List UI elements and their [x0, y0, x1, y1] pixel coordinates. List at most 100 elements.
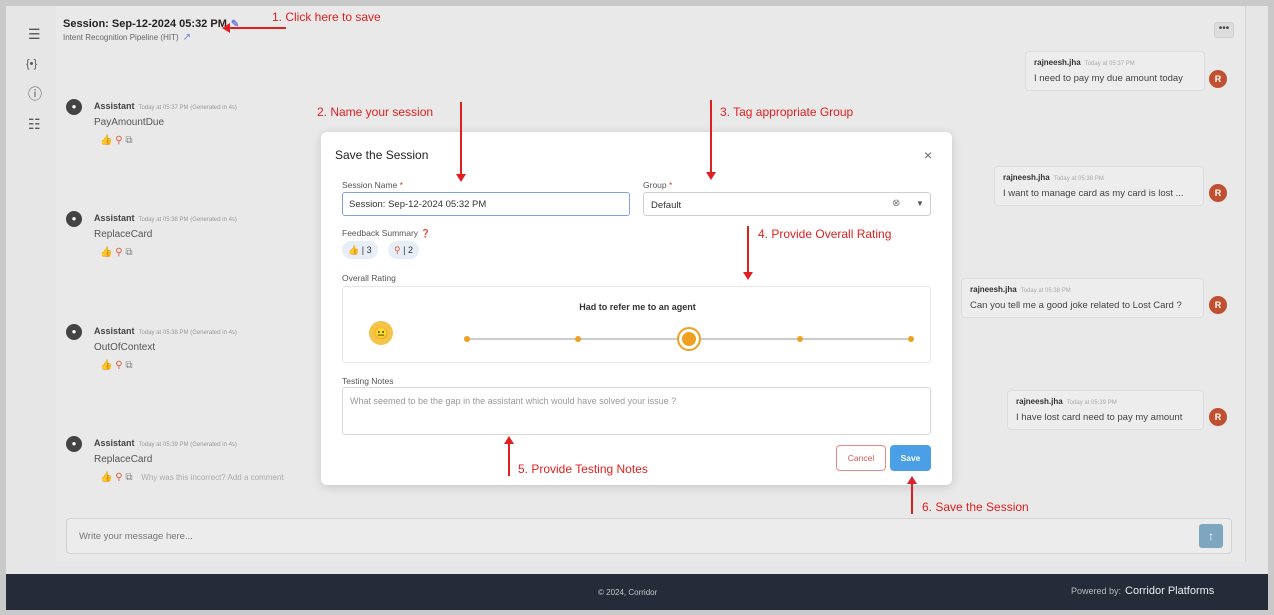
assistant-avatar-icon: ● — [66, 211, 82, 227]
group-select-value: Default — [651, 200, 682, 211]
annotation-arrow — [508, 444, 510, 476]
annotation-arrow — [710, 100, 712, 172]
footer: © 2024, Corridor Powered by: Corridor Pla… — [6, 574, 1268, 610]
user-avatar: R — [1209, 70, 1227, 88]
user-message: rajneesh.jha Today at 05:38 PM I want to … — [994, 166, 1204, 206]
annotation-3: 3. Tag appropriate Group — [720, 105, 854, 119]
info-icon[interactable]: ⓘ — [28, 86, 42, 102]
annotation-arrowhead — [504, 436, 514, 444]
copy-icon[interactable]: ⧉ — [125, 247, 132, 258]
user-name: rajneesh.jha — [1016, 397, 1063, 406]
user-name: rajneesh.jha — [970, 285, 1017, 294]
assistant-avatar-icon: ● — [66, 99, 82, 115]
thumbs-up-outline-icon[interactable]: 👍 — [100, 472, 112, 483]
message-time: Today at 05:38 PM — [1020, 288, 1071, 294]
annotation-arrow — [460, 102, 462, 174]
session-title: Session: Sep-12-2024 05:32 PM ✎ — [63, 18, 239, 30]
message-time: Today at 05:38 PM (Generated in 4s) — [138, 330, 237, 336]
save-session-modal: Save the Session × Session Name * Group … — [321, 132, 952, 485]
assistant-name: Assistant — [94, 326, 135, 336]
testing-notes-textarea[interactable] — [342, 387, 931, 435]
annotation-4: 4. Provide Overall Rating — [758, 227, 892, 241]
sliders-icon[interactable]: ☷ — [28, 116, 41, 132]
user-message: rajneesh.jha Today at 05:39 PM I have los… — [1007, 390, 1204, 430]
annotation-arrow — [228, 27, 286, 29]
user-avatar: R — [1209, 184, 1227, 202]
list-icon[interactable]: ☰ — [28, 26, 41, 42]
user-avatar: R — [1209, 296, 1227, 314]
thumbs-down-icon[interactable]: ⚲ — [115, 360, 122, 371]
message-text: OutOfContext — [94, 342, 156, 353]
rating-step[interactable] — [464, 336, 470, 342]
thumbs-down-icon: ⚲ — [394, 245, 401, 255]
message-time: Today at 05:38 PM (Generated in 4s) — [138, 217, 237, 223]
group-label: Group * — [643, 180, 673, 190]
cancel-button[interactable]: Cancel — [836, 445, 886, 471]
session-name-label: Session Name * — [342, 180, 403, 190]
assistant-avatar-icon: ● — [66, 436, 82, 452]
message-time: Today at 05:39 PM — [1066, 400, 1117, 406]
message-actions: 👍 ⚲ ⧉ — [100, 247, 132, 258]
clear-icon[interactable]: ⊗ — [892, 198, 900, 209]
user-avatar: R — [1209, 408, 1227, 426]
variable-braces-icon[interactable]: {•} — [26, 56, 37, 72]
user-name: rajneesh.jha — [1034, 58, 1081, 67]
thumbs-down-icon[interactable]: ⚲ — [115, 247, 122, 258]
testing-notes-label: Testing Notes — [342, 376, 394, 386]
message-text: ReplaceCard — [94, 454, 153, 465]
annotation-arrowhead — [456, 174, 466, 182]
message-composer[interactable]: Write your message here... ↑ — [66, 518, 1232, 554]
likes-count-badge: 👍 | 3 — [342, 241, 378, 259]
close-icon[interactable]: × — [924, 147, 932, 163]
copy-icon[interactable]: ⧉ — [125, 360, 132, 371]
assistant-avatar-icon: ● — [66, 324, 82, 340]
brand-logo: Corridor Platforms — [1125, 585, 1215, 597]
message-input[interactable]: Write your message here... — [79, 531, 193, 542]
send-button[interactable]: ↑ — [1199, 524, 1223, 548]
annotation-5: 5. Provide Testing Notes — [518, 462, 648, 476]
annotation-arrowhead — [907, 476, 917, 484]
message-time: Today at 05:39 PM (Generated in 4s) — [138, 442, 237, 448]
thumbs-up-icon[interactable]: 👍 — [100, 360, 112, 371]
rating-slider[interactable] — [464, 329, 914, 349]
message-actions: 👍 ⚲ ⧉ — [100, 135, 132, 146]
rating-caption: Had to refer me to an agent — [579, 302, 696, 312]
rating-step-selected[interactable] — [679, 329, 699, 349]
message-text: ReplaceCard — [94, 229, 153, 240]
copy-icon[interactable]: ⧉ — [125, 472, 132, 483]
more-options-button[interactable]: ••• — [1214, 22, 1234, 38]
pipeline-name-text: Intent Recognition Pipeline (HIT) — [63, 33, 179, 42]
chevron-down-icon[interactable]: ▼ — [916, 199, 924, 208]
copy-icon[interactable]: ⧉ — [125, 135, 132, 146]
feedback-comment-input[interactable]: Why was this incorrect? Add a comment — [141, 473, 283, 482]
annotation-arrow — [747, 226, 749, 272]
overall-rating-control: Had to refer me to an agent 😐 — [342, 286, 931, 363]
session-name-input[interactable] — [342, 192, 630, 216]
neutral-face-icon: 😐 — [369, 321, 393, 345]
assistant-name: Assistant — [94, 101, 135, 111]
help-icon[interactable]: ❓ — [420, 229, 430, 238]
thumbs-down-icon[interactable]: ⚲ — [115, 472, 122, 483]
message-text: I need to pay my due amount today — [1034, 73, 1183, 84]
message-actions: 👍 ⚲ ⧉ Why was this incorrect? Add a comm… — [100, 472, 284, 483]
copyright: © 2024, Corridor — [598, 588, 658, 597]
group-select[interactable]: Default ⊗ ▼ — [643, 192, 931, 216]
save-button[interactable]: Save — [890, 445, 931, 471]
message-time: Today at 05:37 PM (Generated in 4s) — [138, 105, 237, 111]
thumbs-up-icon[interactable]: 👍 — [100, 247, 112, 258]
user-message: rajneesh.jha Today at 05:38 PM Can you te… — [961, 278, 1204, 318]
powered-by-label: Powered by: — [1071, 586, 1122, 596]
rating-step[interactable] — [908, 336, 914, 342]
message-text: PayAmountDue — [94, 117, 165, 128]
thumbs-up-icon[interactable]: 👍 — [100, 135, 112, 146]
external-link-icon[interactable]: ↗ — [183, 32, 191, 43]
left-rail: ☰ {•} ⓘ ☷ — [6, 6, 56, 574]
message-text: Can you tell me a good joke related to L… — [970, 300, 1182, 311]
annotation-1: 1. Click here to save — [272, 10, 381, 24]
rating-step[interactable] — [797, 336, 803, 342]
thumbs-down-icon[interactable]: ⚲ — [115, 135, 122, 146]
overall-rating-label: Overall Rating — [342, 273, 396, 283]
pipeline-name: Intent Recognition Pipeline (HIT) ↗ — [63, 32, 191, 43]
rating-step[interactable] — [575, 336, 581, 342]
annotation-6: 6. Save the Session — [922, 500, 1029, 514]
